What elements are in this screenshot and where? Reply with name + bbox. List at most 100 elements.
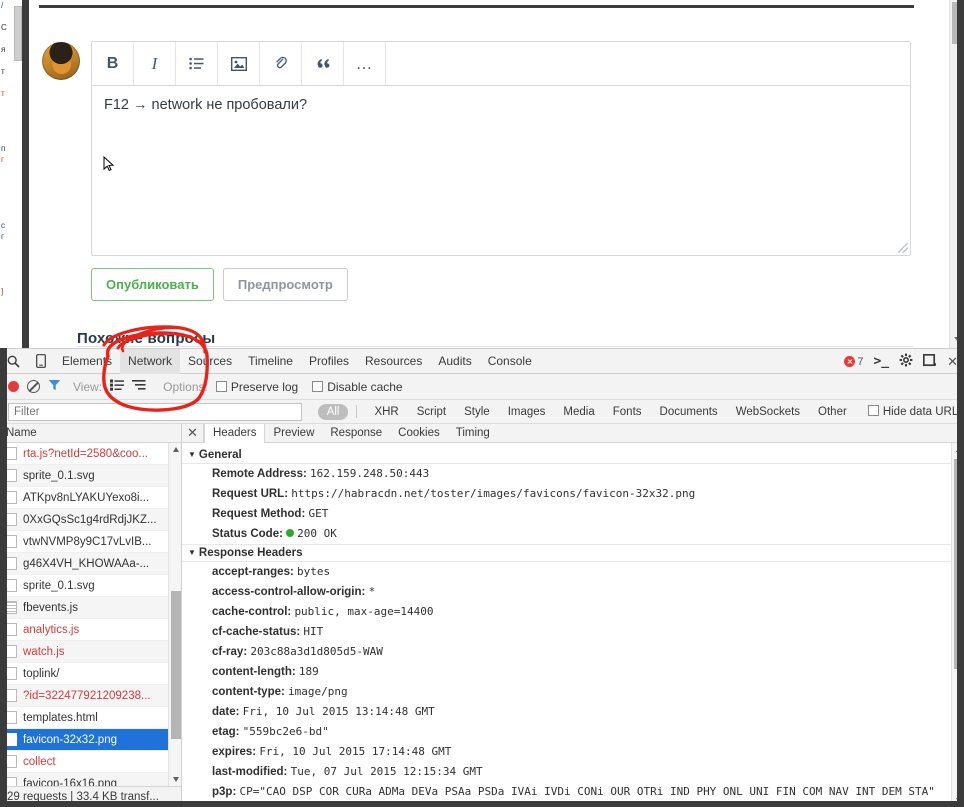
disable-cache-option[interactable]: Disable cache bbox=[312, 380, 403, 394]
window-bottom-border bbox=[0, 801, 964, 807]
gear-icon[interactable] bbox=[899, 353, 913, 370]
bold-button[interactable]: B bbox=[92, 42, 134, 85]
editor-resize-handle[interactable] bbox=[898, 243, 908, 253]
clear-button[interactable] bbox=[27, 380, 40, 393]
view-list-icon[interactable] bbox=[110, 379, 125, 394]
request-row[interactable]: toplink/ bbox=[0, 663, 181, 685]
tab-elements[interactable]: Elements bbox=[54, 349, 120, 374]
request-row[interactable]: templates.html bbox=[0, 707, 181, 729]
editor-toolbar: B I … bbox=[92, 42, 910, 86]
close-detail-icon[interactable]: ✕ bbox=[182, 423, 204, 443]
header-key: accept-ranges: bbox=[212, 566, 298, 578]
tab-resources[interactable]: Resources bbox=[357, 349, 430, 374]
request-row[interactable]: fbevents.js bbox=[0, 597, 181, 619]
request-type-icon bbox=[6, 689, 17, 702]
request-scroll-up-arrow[interactable] bbox=[172, 447, 179, 452]
detail-tab-preview[interactable]: Preview bbox=[265, 424, 322, 443]
request-row[interactable]: 0XxGQsSc1g4rdRdjJKZ... bbox=[0, 509, 181, 531]
request-list-scrollbar[interactable] bbox=[168, 443, 181, 786]
preserve-log-checkbox[interactable] bbox=[215, 380, 227, 392]
detail-tab-cookies[interactable]: Cookies bbox=[390, 424, 448, 443]
italic-button[interactable]: I bbox=[134, 42, 176, 85]
filter-type-xhr[interactable]: XHR bbox=[365, 406, 407, 418]
request-row[interactable]: collect bbox=[0, 751, 181, 773]
header-value: Fri, 10 Jul 2015 13:14:48 GMT bbox=[242, 705, 435, 718]
filter-type-other[interactable]: Other bbox=[809, 406, 856, 418]
record-button[interactable] bbox=[8, 381, 19, 392]
tab-network[interactable]: Network bbox=[120, 348, 181, 374]
tab-console[interactable]: Console bbox=[480, 349, 540, 374]
request-type-icon bbox=[6, 733, 17, 746]
search-icon-glyph bbox=[7, 355, 20, 368]
request-scrollbar-thumb[interactable] bbox=[171, 591, 181, 739]
mouse-cursor bbox=[103, 156, 115, 172]
detail-tab-headers[interactable]: Headers bbox=[204, 423, 266, 443]
filter-type-fonts[interactable]: Fonts bbox=[604, 406, 651, 418]
request-row[interactable]: sprite_0.1.svg bbox=[0, 575, 181, 597]
more-button[interactable]: … bbox=[344, 42, 386, 85]
request-list[interactable]: rta.js?netId=2580&coo... sprite_0.1.svg AT… bbox=[0, 443, 181, 786]
editor-toolbar-filler bbox=[386, 42, 910, 85]
detail-tab-timing[interactable]: Timing bbox=[448, 424, 498, 443]
quote-icon[interactable] bbox=[302, 42, 344, 85]
filter-type-media[interactable]: Media bbox=[554, 406, 603, 418]
request-row[interactable]: favicon-16x16.png bbox=[0, 773, 181, 786]
detail-tab-response[interactable]: Response bbox=[322, 424, 390, 443]
tab-timeline[interactable]: Timeline bbox=[240, 349, 301, 374]
gear-icon-glyph bbox=[899, 353, 913, 367]
comment-editor: B I … F12 → network не пробовали? bbox=[91, 41, 911, 256]
network-split: Name rta.js?netId=2580&coo... sprite_0.1.… bbox=[0, 423, 964, 807]
image-icon[interactable] bbox=[218, 42, 260, 85]
request-row[interactable]: sprite_0.1.svg bbox=[0, 465, 181, 487]
error-count-badge[interactable]: 7 bbox=[844, 356, 863, 368]
hide-data-urls-checkbox[interactable] bbox=[867, 405, 879, 416]
request-row[interactable]: g46X4VH_KHOWAAa-... bbox=[0, 553, 181, 575]
request-row[interactable]: vtwNVMP8y9C17vLvIB... bbox=[0, 531, 181, 553]
request-row[interactable]: favicon-32x32.png bbox=[0, 729, 181, 751]
section-label: Response Headers bbox=[198, 547, 303, 559]
filter-type-all[interactable]: All bbox=[317, 403, 349, 420]
header-key: Remote Address: bbox=[212, 468, 310, 480]
filter-type-documents[interactable]: Documents bbox=[651, 406, 727, 418]
filter-type-websockets[interactable]: WebSockets bbox=[727, 406, 809, 418]
request-name-column-header[interactable]: Name bbox=[0, 424, 181, 443]
preserve-log-label: Preserve log bbox=[230, 379, 299, 394]
filter-input[interactable] bbox=[8, 402, 302, 421]
tab-audits[interactable]: Audits bbox=[430, 349, 479, 374]
request-type-icon bbox=[6, 535, 17, 548]
view-waterfall-icon[interactable] bbox=[132, 379, 146, 394]
preview-button[interactable]: Предпросмотр bbox=[222, 268, 348, 301]
link-icon-glyph bbox=[276, 56, 287, 69]
console-drawer-icon[interactable]: >_ bbox=[873, 354, 889, 369]
request-row[interactable]: ?id=322477921209238... bbox=[0, 685, 181, 707]
response-headers-section[interactable]: ▼ Response Headers bbox=[182, 545, 964, 562]
tab-sources[interactable]: Sources bbox=[180, 349, 240, 374]
request-type-icon bbox=[6, 667, 17, 680]
request-name-label: 0XxGQsSc1g4rdRdjJKZ... bbox=[23, 513, 157, 526]
request-type-icon bbox=[6, 777, 17, 786]
general-section[interactable]: ▼ General bbox=[182, 447, 964, 464]
request-row[interactable]: ATKpv8nLYAKUYexo8i... bbox=[0, 487, 181, 509]
request-row[interactable]: analytics.js bbox=[0, 619, 181, 641]
request-row[interactable]: rta.js?netId=2580&coo... bbox=[0, 443, 181, 465]
publish-button[interactable]: Опубликовать bbox=[91, 268, 214, 301]
request-row[interactable]: watch.js bbox=[0, 641, 181, 663]
header-key: expires: bbox=[212, 746, 260, 758]
request-name-label: sprite_0.1.svg bbox=[23, 469, 95, 482]
background-window-scrollbar-thumb[interactable] bbox=[14, 6, 22, 61]
preserve-log-option[interactable]: Preserve log bbox=[215, 379, 299, 394]
disable-cache-checkbox[interactable] bbox=[312, 380, 324, 392]
filter-type-style[interactable]: Style bbox=[455, 406, 499, 418]
filter-type-images[interactable]: Images bbox=[499, 406, 555, 418]
device-toolbar-icon[interactable] bbox=[27, 349, 54, 374]
header-line: access-control-allow-origin: * bbox=[182, 582, 964, 602]
dock-side-icon[interactable] bbox=[923, 353, 937, 370]
filter-type-script[interactable]: Script bbox=[408, 406, 455, 418]
link-icon[interactable] bbox=[260, 42, 302, 85]
list-icon[interactable] bbox=[176, 42, 218, 85]
filter-toggle-icon[interactable] bbox=[48, 379, 61, 394]
tab-profiles[interactable]: Profiles bbox=[301, 349, 357, 374]
request-scroll-down-arrow[interactable] bbox=[172, 777, 179, 782]
editor-textarea[interactable]: F12 → network не пробовали? bbox=[92, 86, 910, 126]
hide-data-urls-option[interactable]: Hide data URLs bbox=[867, 405, 964, 418]
